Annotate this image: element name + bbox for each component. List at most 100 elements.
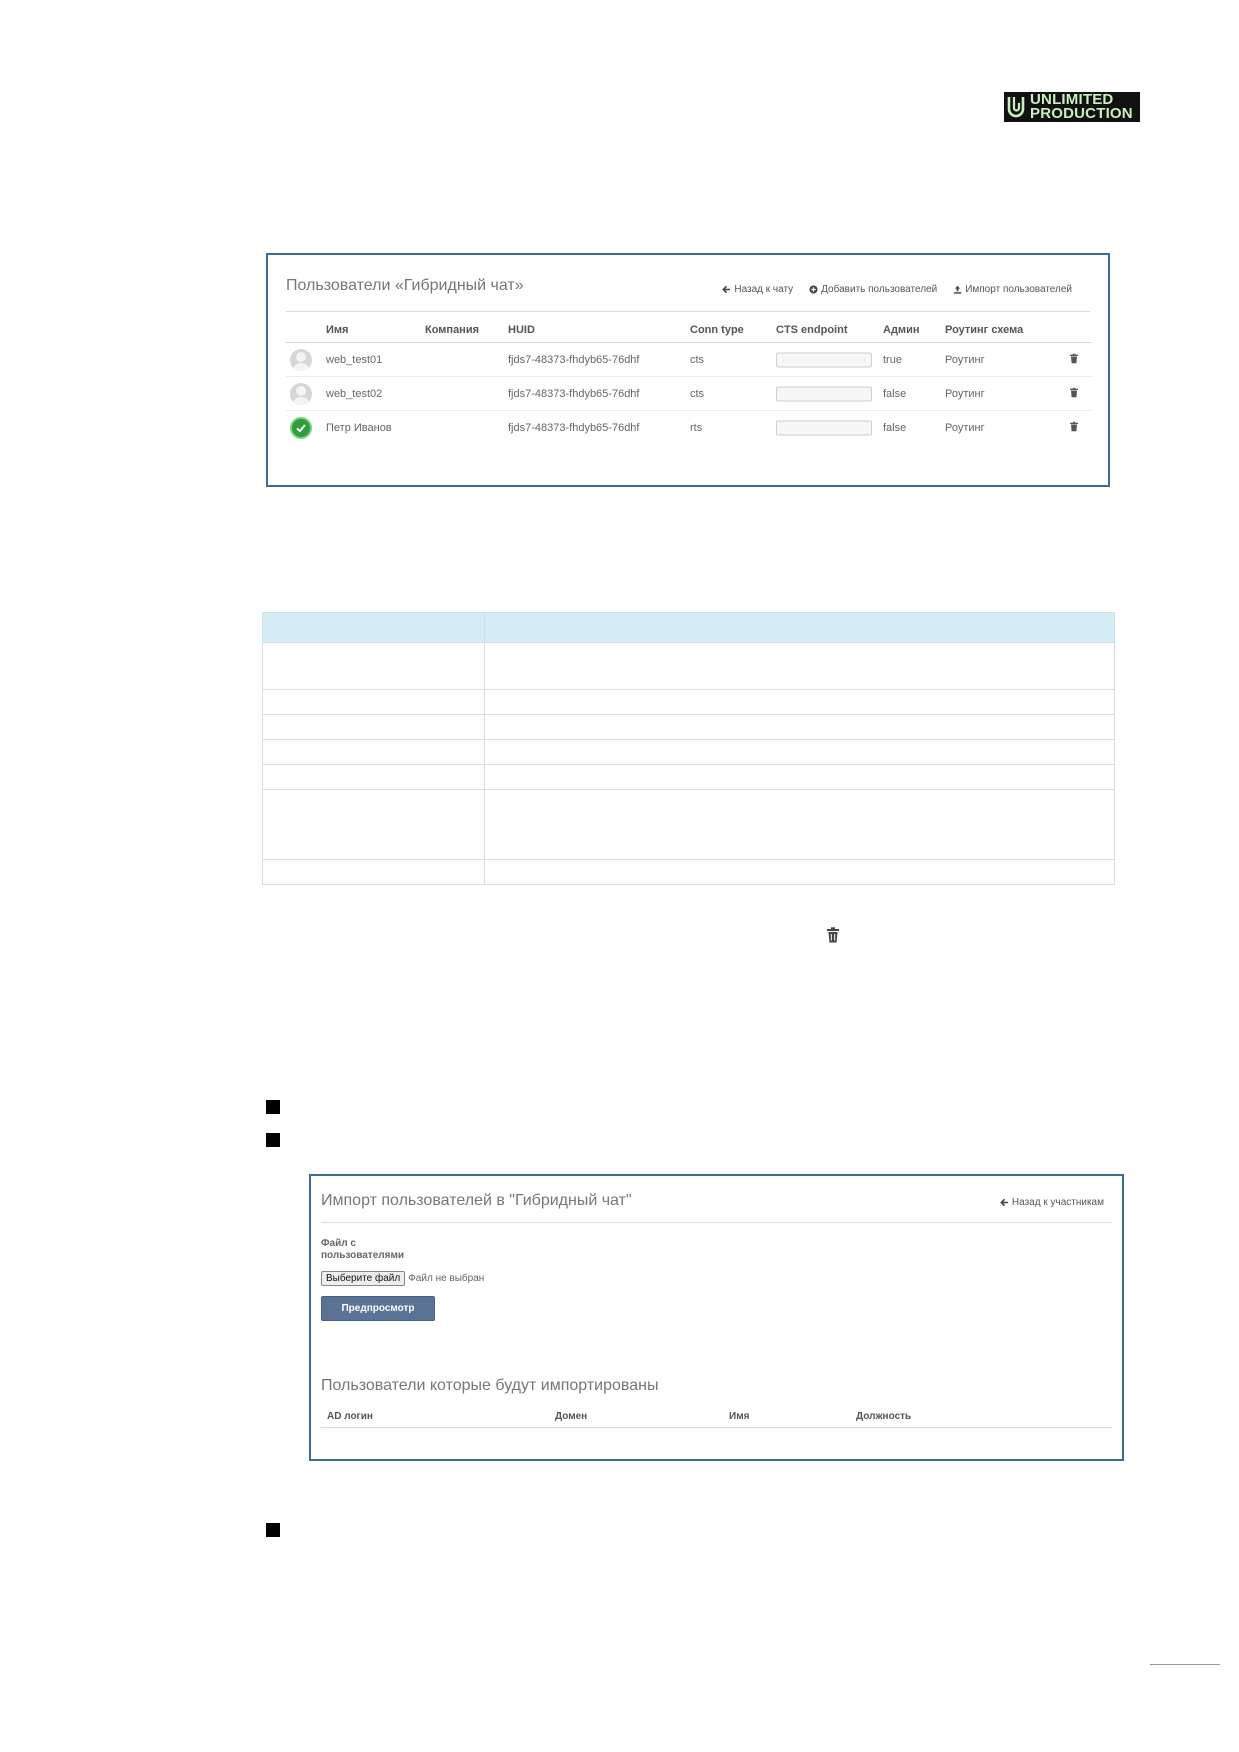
user-routing: Роутинг <box>945 353 985 366</box>
import-panel: Импорт пользователей в "Гибридный чат" Н… <box>309 1174 1124 1461</box>
table-row[interactable]: web_test01 fjds7-48373-fhdyb65-76dhf cts… <box>286 343 1092 377</box>
col-position: Должность <box>856 1411 912 1422</box>
import-users-label: Импорт пользователей <box>965 284 1072 295</box>
user-routing: Роутинг <box>945 387 985 400</box>
back-to-chat-label: Назад к чату <box>734 284 794 295</box>
trash-icon <box>1070 353 1078 363</box>
no-file-text: Файл не выбран <box>408 1273 485 1284</box>
user-conn-type: cts <box>690 353 705 366</box>
col-ad-login: AD логин <box>327 1411 373 1422</box>
user-routing: Роутинг <box>945 422 985 434</box>
table-row <box>262 789 1115 860</box>
table-row <box>262 764 1115 790</box>
table-cell <box>262 689 485 715</box>
table-row[interactable]: web_test02 fjds7-48373-fhdyb65-76dhf cts… <box>286 377 1092 411</box>
table-cell <box>484 642 1115 690</box>
col-routing: Роутинг схема <box>945 323 1024 336</box>
add-users-link[interactable]: Добавить пользователей <box>809 284 937 295</box>
col-conn-type: Conn type <box>690 323 744 336</box>
import-users-link[interactable]: Импорт пользователей <box>953 284 1072 295</box>
user-huid: fjds7-48373-fhdyb65-76dhf <box>508 422 640 434</box>
table-row <box>262 714 1115 740</box>
col-domain: Домен <box>555 1411 588 1422</box>
col-admin: Админ <box>883 323 920 336</box>
user-conn-type: cts <box>690 387 705 400</box>
cts-endpoint-input[interactable] <box>776 352 872 367</box>
description-table-header <box>262 612 1115 643</box>
table-cell <box>262 789 485 860</box>
users-panel-title: Пользователи «Гибридный чат» <box>286 277 524 294</box>
users-table: Имя Компания HUID Conn type CTS endpoint… <box>286 317 1092 445</box>
users-table-header: Имя Компания HUID Conn type CTS endpoint… <box>286 317 1092 343</box>
bullet-marker <box>266 1133 280 1147</box>
delete-user-button[interactable] <box>1069 387 1079 400</box>
choose-file-button[interactable]: Выберите файл <box>321 1271 406 1286</box>
user-huid: fjds7-48373-fhdyb65-76dhf <box>508 387 640 400</box>
col-name: Имя <box>729 1411 750 1422</box>
avatar <box>290 348 312 371</box>
import-panel-title: Импорт пользователей в "Гибридный чат" <box>321 1192 632 1209</box>
delete-user-button[interactable] <box>1069 421 1079 435</box>
users-panel-actions: Назад к чату Добавить пользователей Импо… <box>722 284 1072 295</box>
file-input: Выберите файл Файл не выбран <box>321 1271 484 1286</box>
table-cell <box>484 789 1115 860</box>
import-table-header: AD логин Домен Имя Должность <box>321 1408 1112 1428</box>
ub-logo-icon <box>1004 93 1030 121</box>
upload-icon <box>954 285 962 294</box>
table-cell <box>484 714 1115 740</box>
trash-icon <box>827 927 839 943</box>
arrow-left-icon <box>722 285 731 294</box>
user-admin: false <box>883 387 907 400</box>
table-cell <box>484 764 1115 790</box>
arrow-left-icon <box>1000 1198 1009 1207</box>
back-to-members-label: Назад к участникам <box>1011 1197 1104 1208</box>
trash-icon <box>1070 421 1078 432</box>
users-panel: Пользователи «Гибридный чат» Назад к чат… <box>266 253 1110 487</box>
table-cell <box>262 764 485 790</box>
user-admin: true <box>883 353 902 366</box>
verified-avatar-icon <box>290 417 312 439</box>
col-huid: HUID <box>508 323 535 336</box>
table-cell <box>262 739 485 765</box>
table-cell <box>484 739 1115 765</box>
plus-circle-icon <box>809 285 818 294</box>
default-avatar-icon <box>290 348 312 371</box>
add-users-label: Добавить пользователей <box>821 284 938 295</box>
table-row <box>262 642 1115 690</box>
col-company: Компания <box>425 323 480 336</box>
preview-button[interactable]: Предпросмотр <box>321 1296 435 1321</box>
header-cell <box>262 612 485 643</box>
table-cell <box>262 859 485 885</box>
trash-icon <box>1070 387 1078 397</box>
logo-text: UNLIMITED PRODUCTION <box>1030 92 1133 122</box>
user-name: Петр Иванов <box>326 422 392 434</box>
divider <box>286 311 1090 312</box>
logo-line-2: PRODUCTION <box>1030 105 1133 122</box>
bullet-marker <box>266 1523 280 1537</box>
user-huid: fjds7-48373-fhdyb65-76dhf <box>508 353 640 366</box>
back-to-chat-link[interactable]: Назад к чату <box>722 284 793 295</box>
table-row <box>262 859 1115 885</box>
back-to-members-link[interactable]: Назад к участникам <box>1000 1197 1104 1208</box>
company-logo: UNLIMITED PRODUCTION <box>1004 92 1140 122</box>
avatar <box>290 417 312 439</box>
default-avatar-icon <box>290 382 312 405</box>
import-list-title: Пользователи которые будут импортированы <box>321 1377 659 1394</box>
table-row <box>262 739 1115 765</box>
table-cell <box>262 642 485 690</box>
table-row <box>262 689 1115 715</box>
cts-endpoint-input[interactable] <box>776 420 872 436</box>
avatar <box>290 382 312 405</box>
table-row[interactable]: Петр Иванов fjds7-48373-fhdyb65-76dhf rt… <box>286 411 1092 445</box>
user-admin: false <box>883 422 907 434</box>
user-conn-type: rts <box>690 422 703 434</box>
table-cell <box>484 859 1115 885</box>
header-cell <box>484 612 1115 643</box>
cts-endpoint-input[interactable] <box>776 386 872 401</box>
col-name: Имя <box>326 323 349 336</box>
user-name: web_test02 <box>326 387 383 400</box>
delete-user-button[interactable] <box>1069 353 1079 366</box>
file-field-label: Файл с пользователями <box>321 1238 404 1260</box>
col-cts-endpoint: CTS endpoint <box>776 323 848 336</box>
description-table <box>262 612 1115 885</box>
